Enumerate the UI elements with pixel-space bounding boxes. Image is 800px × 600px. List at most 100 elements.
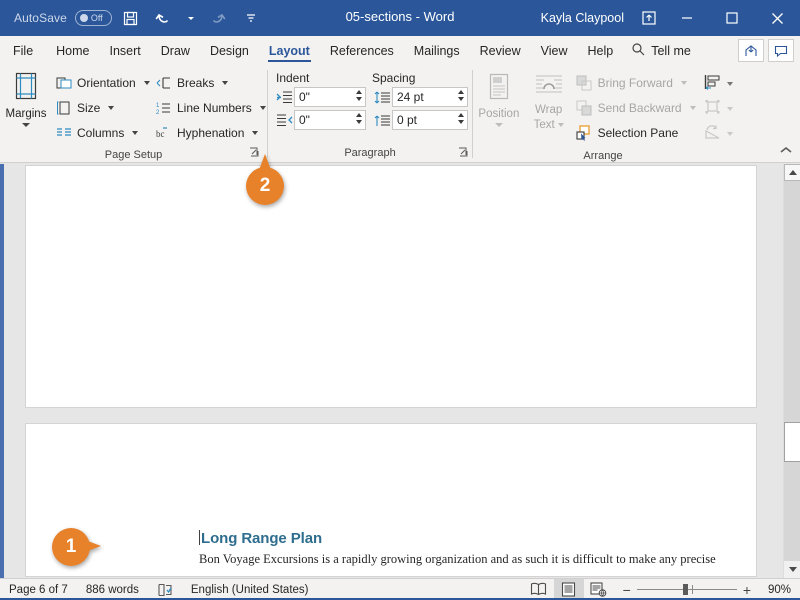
hyphenation-button[interactable]: bc Hyphenation [152, 120, 264, 145]
document-page-6[interactable]: Long Range Plan Bon Voyage Excursions is… [25, 423, 757, 577]
document-content[interactable]: Long Range Plan Bon Voyage Excursions is… [199, 530, 719, 567]
line-numbers-dropdown-icon[interactable] [259, 105, 266, 110]
save-icon[interactable] [118, 5, 144, 31]
spacing-before-input[interactable]: 24 pt [392, 87, 468, 107]
maximize-icon[interactable] [709, 0, 754, 36]
scroll-down-icon[interactable] [784, 561, 800, 578]
rotate-objects-button[interactable] [700, 121, 733, 146]
autosave-toggle[interactable]: Off [74, 10, 112, 26]
tab-view[interactable]: View [531, 36, 578, 65]
tell-me-search[interactable]: Tell me [623, 36, 699, 65]
share-icon[interactable] [738, 39, 764, 62]
breaks-dropdown-icon[interactable] [222, 80, 229, 85]
columns-button[interactable]: Columns [52, 120, 152, 145]
ribbon-group-page-setup: Margins Orientation Size Columns Breaks … [0, 65, 267, 163]
wrap-text-dropdown-icon[interactable] [557, 123, 564, 127]
size-dropdown-icon[interactable] [108, 105, 115, 110]
indent-left-input[interactable]: 0" [294, 87, 366, 107]
undo-icon[interactable] [150, 5, 176, 31]
tab-mailings[interactable]: Mailings [404, 36, 470, 65]
orientation-dropdown-icon[interactable] [143, 80, 150, 85]
bring-forward-icon [576, 74, 593, 91]
tab-insert[interactable]: Insert [100, 36, 151, 65]
margins-dropdown-icon[interactable] [22, 123, 30, 127]
indent-left-stepper[interactable] [356, 90, 362, 101]
text-cursor [199, 530, 200, 545]
columns-dropdown-icon[interactable] [132, 130, 139, 135]
line-numbers-icon: 12 [155, 99, 172, 116]
zoom-out-button[interactable]: − [623, 583, 631, 597]
collapse-ribbon-caret-icon[interactable] [776, 141, 796, 159]
word-count-status[interactable]: 886 words [77, 579, 148, 600]
send-backward-dropdown-icon[interactable] [689, 105, 696, 110]
spacing-after-stepper[interactable] [458, 113, 464, 124]
arrange-icon-column [700, 68, 733, 146]
vertical-scroll-thumb[interactable] [784, 422, 800, 462]
tab-layout[interactable]: Layout [259, 36, 320, 65]
read-mode-icon[interactable] [524, 579, 554, 600]
hyphenation-dropdown-icon[interactable] [252, 130, 259, 135]
language-status[interactable]: English (United States) [182, 579, 318, 600]
autosave-label: AutoSave [14, 11, 67, 25]
redo-icon[interactable] [206, 5, 232, 31]
paragraph-dialog-launcher[interactable] [458, 147, 470, 159]
margins-button[interactable]: Margins [0, 68, 52, 127]
size-button[interactable]: Size [52, 95, 152, 120]
ribbon-display-options-icon[interactable] [634, 0, 664, 36]
indent-right-stepper[interactable] [356, 113, 362, 124]
zoom-slider-thumb[interactable] [682, 584, 688, 595]
spacing-after-input[interactable]: 0 pt [392, 110, 468, 130]
svg-text:2: 2 [156, 110, 160, 116]
tab-review[interactable]: Review [470, 36, 531, 65]
web-layout-icon[interactable] [584, 579, 614, 600]
spacing-before-stepper[interactable] [458, 90, 464, 101]
print-layout-icon[interactable] [553, 579, 584, 600]
undo-dropdown-icon[interactable] [182, 5, 200, 31]
minimize-icon[interactable] [664, 0, 709, 36]
bring-forward-button[interactable]: Bring Forward [573, 70, 700, 95]
proofing-errors-icon[interactable] [148, 579, 182, 600]
page-setup-col-2: Breaks 12 Line Numbers bc Hyphenation [152, 68, 266, 145]
vertical-scroll-track[interactable] [784, 181, 800, 561]
tab-references[interactable]: References [320, 36, 404, 65]
indent-right-icon [274, 111, 294, 129]
selection-pane-button[interactable]: Selection Pane [573, 120, 700, 145]
line-numbers-button[interactable]: 12 Line Numbers [152, 95, 266, 120]
spacing-before-value: 24 pt [397, 90, 424, 104]
indent-heading: Indent [276, 71, 310, 85]
tab-design[interactable]: Design [200, 36, 259, 65]
bring-forward-dropdown-icon[interactable] [680, 80, 687, 85]
align-objects-dropdown-icon[interactable] [727, 81, 733, 86]
tab-help[interactable]: Help [578, 36, 624, 65]
vertical-scrollbar[interactable] [783, 164, 800, 578]
tab-home[interactable]: Home [46, 36, 99, 65]
page-number-status[interactable]: Page 6 of 7 [0, 579, 77, 600]
indent-right-input[interactable]: 0" [294, 110, 366, 130]
align-objects-button[interactable] [700, 71, 733, 96]
wrap-text-button[interactable]: Wrap Text [525, 68, 573, 131]
tab-draw[interactable]: Draw [151, 36, 200, 65]
spacing-before-field: 24 pt [372, 87, 468, 107]
scroll-up-icon[interactable] [784, 164, 800, 181]
group-objects-button[interactable] [700, 96, 733, 121]
user-account-name[interactable]: Kayla Claypool [541, 11, 624, 25]
close-icon[interactable] [754, 0, 800, 36]
group-objects-dropdown-icon[interactable] [727, 106, 733, 111]
orientation-button[interactable]: Orientation [52, 70, 152, 95]
zoom-slider-track[interactable] [636, 584, 737, 595]
send-backward-button[interactable]: Send Backward [573, 95, 700, 120]
tab-file[interactable]: File [0, 36, 46, 65]
position-dropdown-icon[interactable] [494, 123, 503, 127]
zoom-in-button[interactable]: + [743, 583, 751, 597]
rotate-objects-dropdown-icon[interactable] [727, 131, 733, 136]
zoom-level-label[interactable]: 90% [757, 584, 791, 596]
comments-icon[interactable] [768, 39, 794, 62]
breaks-button[interactable]: Breaks [152, 70, 264, 95]
size-label: Size [77, 100, 101, 115]
zoom-control[interactable]: − + 90% [614, 583, 800, 597]
document-page-5[interactable] [25, 165, 757, 408]
document-canvas[interactable]: Long Range Plan Bon Voyage Excursions is… [0, 164, 800, 578]
position-button[interactable]: Position [473, 68, 525, 127]
customize-quick-access-icon[interactable] [238, 5, 264, 31]
svg-text:1: 1 [156, 103, 160, 109]
